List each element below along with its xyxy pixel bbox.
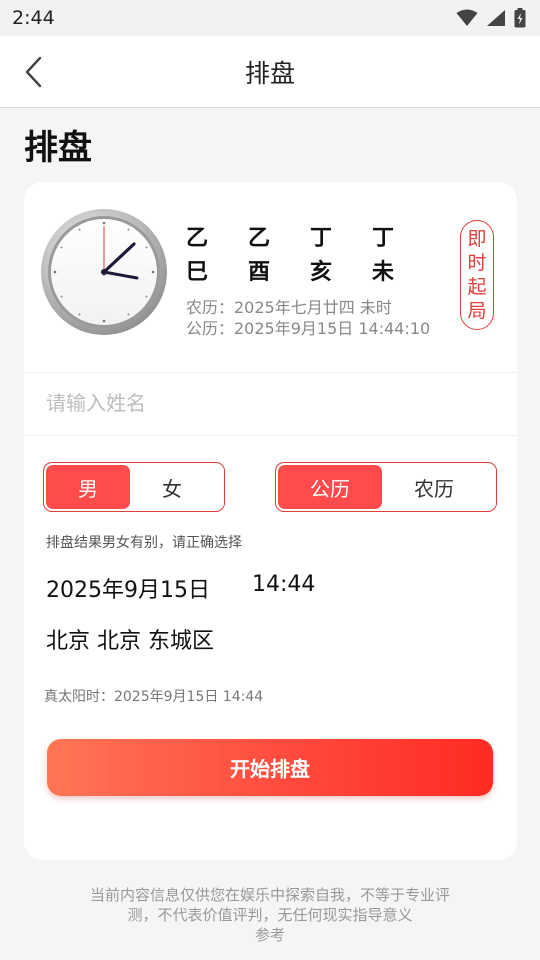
status-time: 2:44 xyxy=(12,7,55,29)
stem-month: 乙 xyxy=(248,226,271,251)
true-solar-time: 真太阳时：2025年9月15日 14:44 xyxy=(44,689,264,705)
birth-location-field[interactable]: 北京 北京 东城区 xyxy=(46,623,214,655)
instant-start-button[interactable]: 即 时 起 局 xyxy=(460,220,494,330)
branch-hour: 未 xyxy=(372,260,395,285)
start-paipan-button[interactable]: 开始排盘 xyxy=(47,739,493,796)
instant-start-char: 起 xyxy=(467,276,487,298)
stem-year: 乙 xyxy=(186,226,209,251)
gender-female-option[interactable]: 女 xyxy=(130,465,214,509)
disclaimer-line: 参考 xyxy=(254,926,285,944)
birth-date-field[interactable]: 2025年9月15日 xyxy=(46,572,210,604)
page-title: 排盘 xyxy=(24,128,92,168)
disclaimer-line: 当前内容信息仅供您在娱乐中探索自我，不等于专业评 xyxy=(89,886,450,904)
solar-date: 公历：2025年9月15日 14:44:10 xyxy=(186,319,431,338)
paipan-card: 乙 乙 丁 丁 巳 酉 亥 未 农历：2025年七月廿四 未时 公历：2025年… xyxy=(24,182,517,860)
birth-time-field[interactable]: 14:44 xyxy=(252,572,315,597)
name-input[interactable] xyxy=(46,388,496,418)
branch-year: 巳 xyxy=(186,260,209,285)
calendar-selector: 公历 农历 xyxy=(275,462,497,512)
divider xyxy=(24,372,517,373)
status-bar: 2:44 xyxy=(0,0,540,36)
instant-start-char: 局 xyxy=(467,300,487,322)
battery-icon xyxy=(514,8,526,28)
gender-selector: 男 女 xyxy=(43,462,225,512)
calendar-lunar-option[interactable]: 农历 xyxy=(382,465,486,509)
branch-month: 酉 xyxy=(248,260,271,285)
gender-male-option[interactable]: 男 xyxy=(46,465,130,509)
stem-day: 丁 xyxy=(310,226,333,251)
nav-bar: 排盘 xyxy=(0,36,540,108)
divider xyxy=(24,435,517,436)
stem-hour: 丁 xyxy=(372,226,395,251)
disclaimer: 当前内容信息仅供您在娱乐中探索自我，不等于专业评 测，不代表价值评判，无任何现实… xyxy=(60,885,480,945)
clock-icon xyxy=(41,209,167,335)
signal-icon xyxy=(487,10,505,26)
status-icons xyxy=(456,8,526,28)
heavenly-stems: 乙 乙 丁 丁 xyxy=(186,220,434,252)
instant-start-char: 即 xyxy=(467,228,487,250)
branch-day: 亥 xyxy=(310,260,333,285)
gender-hint: 排盘结果男女有别，请正确选择 xyxy=(46,535,242,551)
nav-title: 排盘 xyxy=(244,59,295,88)
instant-start-char: 时 xyxy=(467,252,487,274)
calendar-solar-option[interactable]: 公历 xyxy=(278,465,382,509)
earthly-branches: 巳 酉 亥 未 xyxy=(186,254,434,286)
wifi-icon xyxy=(456,9,478,26)
disclaimer-line: 测，不代表价值评判，无任何现实指导意义 xyxy=(127,906,413,924)
